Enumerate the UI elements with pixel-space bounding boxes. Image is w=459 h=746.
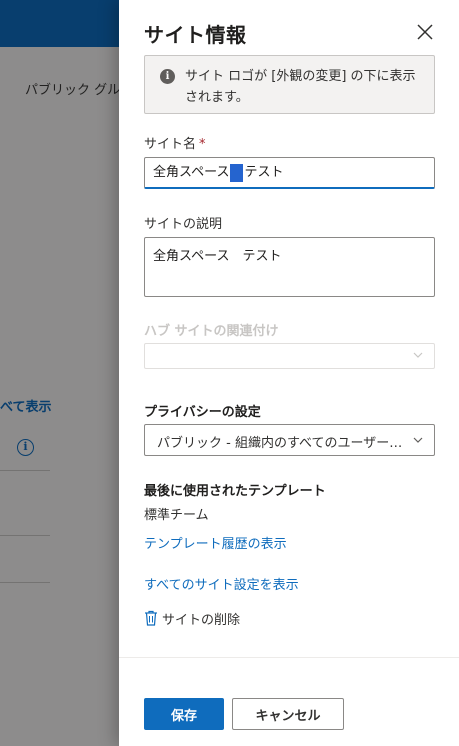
- site-name-input[interactable]: 全角スペース テスト: [144, 157, 435, 189]
- site-description-label: サイトの説明: [144, 217, 223, 232]
- delete-site-button[interactable]: サイトの削除: [144, 608, 240, 628]
- chevron-down-icon: [413, 352, 423, 358]
- template-history-link[interactable]: テンプレート履歴の表示: [144, 533, 287, 552]
- delete-site-label: サイトの削除: [162, 612, 241, 628]
- privacy-label: プライバシーの設定: [144, 405, 261, 420]
- privacy-selected-value: パブリック - 組織内のすべてのユーザーがこのサイトにアクセスできます: [157, 436, 407, 451]
- template-heading: 最後に使用されたテンプレート: [144, 484, 326, 499]
- site-name-label: サイト名 *: [144, 133, 206, 152]
- cancel-button[interactable]: キャンセル: [232, 698, 344, 730]
- trash-icon: [145, 610, 157, 626]
- privacy-dropdown[interactable]: パブリック - 組織内のすべてのユーザーがこのサイトにアクセスできます: [144, 424, 435, 456]
- template-name: 標準チーム: [144, 508, 209, 523]
- chevron-down-icon: [413, 437, 423, 443]
- footer-divider: [119, 657, 459, 658]
- site-name-label-text: サイト名: [144, 137, 197, 152]
- required-marker: *: [199, 137, 206, 152]
- site-info-panel: サイト情報 i サイト ロゴが [外観の変更] の下に表示されます。 サイト名 *…: [119, 0, 459, 746]
- save-button[interactable]: 保存: [144, 698, 224, 730]
- close-icon[interactable]: [415, 22, 435, 42]
- hub-association-label: ハブ サイトの関連付け: [144, 324, 279, 339]
- all-site-settings-link[interactable]: すべてのサイト設定を表示: [144, 574, 299, 593]
- site-name-value-part2: テスト: [244, 165, 284, 180]
- site-description-textarea[interactable]: 全角スペース テスト: [144, 237, 435, 297]
- info-message-bar: i サイト ロゴが [外観の変更] の下に表示されます。: [144, 55, 435, 114]
- info-icon: i: [160, 69, 175, 84]
- site-name-value-part1: 全角スペース: [153, 165, 230, 180]
- info-message-text: サイト ロゴが [外観の変更] の下に表示されます。: [185, 69, 416, 105]
- hub-association-dropdown: [144, 343, 435, 369]
- panel-title: サイト情報: [144, 23, 247, 47]
- text-selection-highlight: [230, 164, 244, 182]
